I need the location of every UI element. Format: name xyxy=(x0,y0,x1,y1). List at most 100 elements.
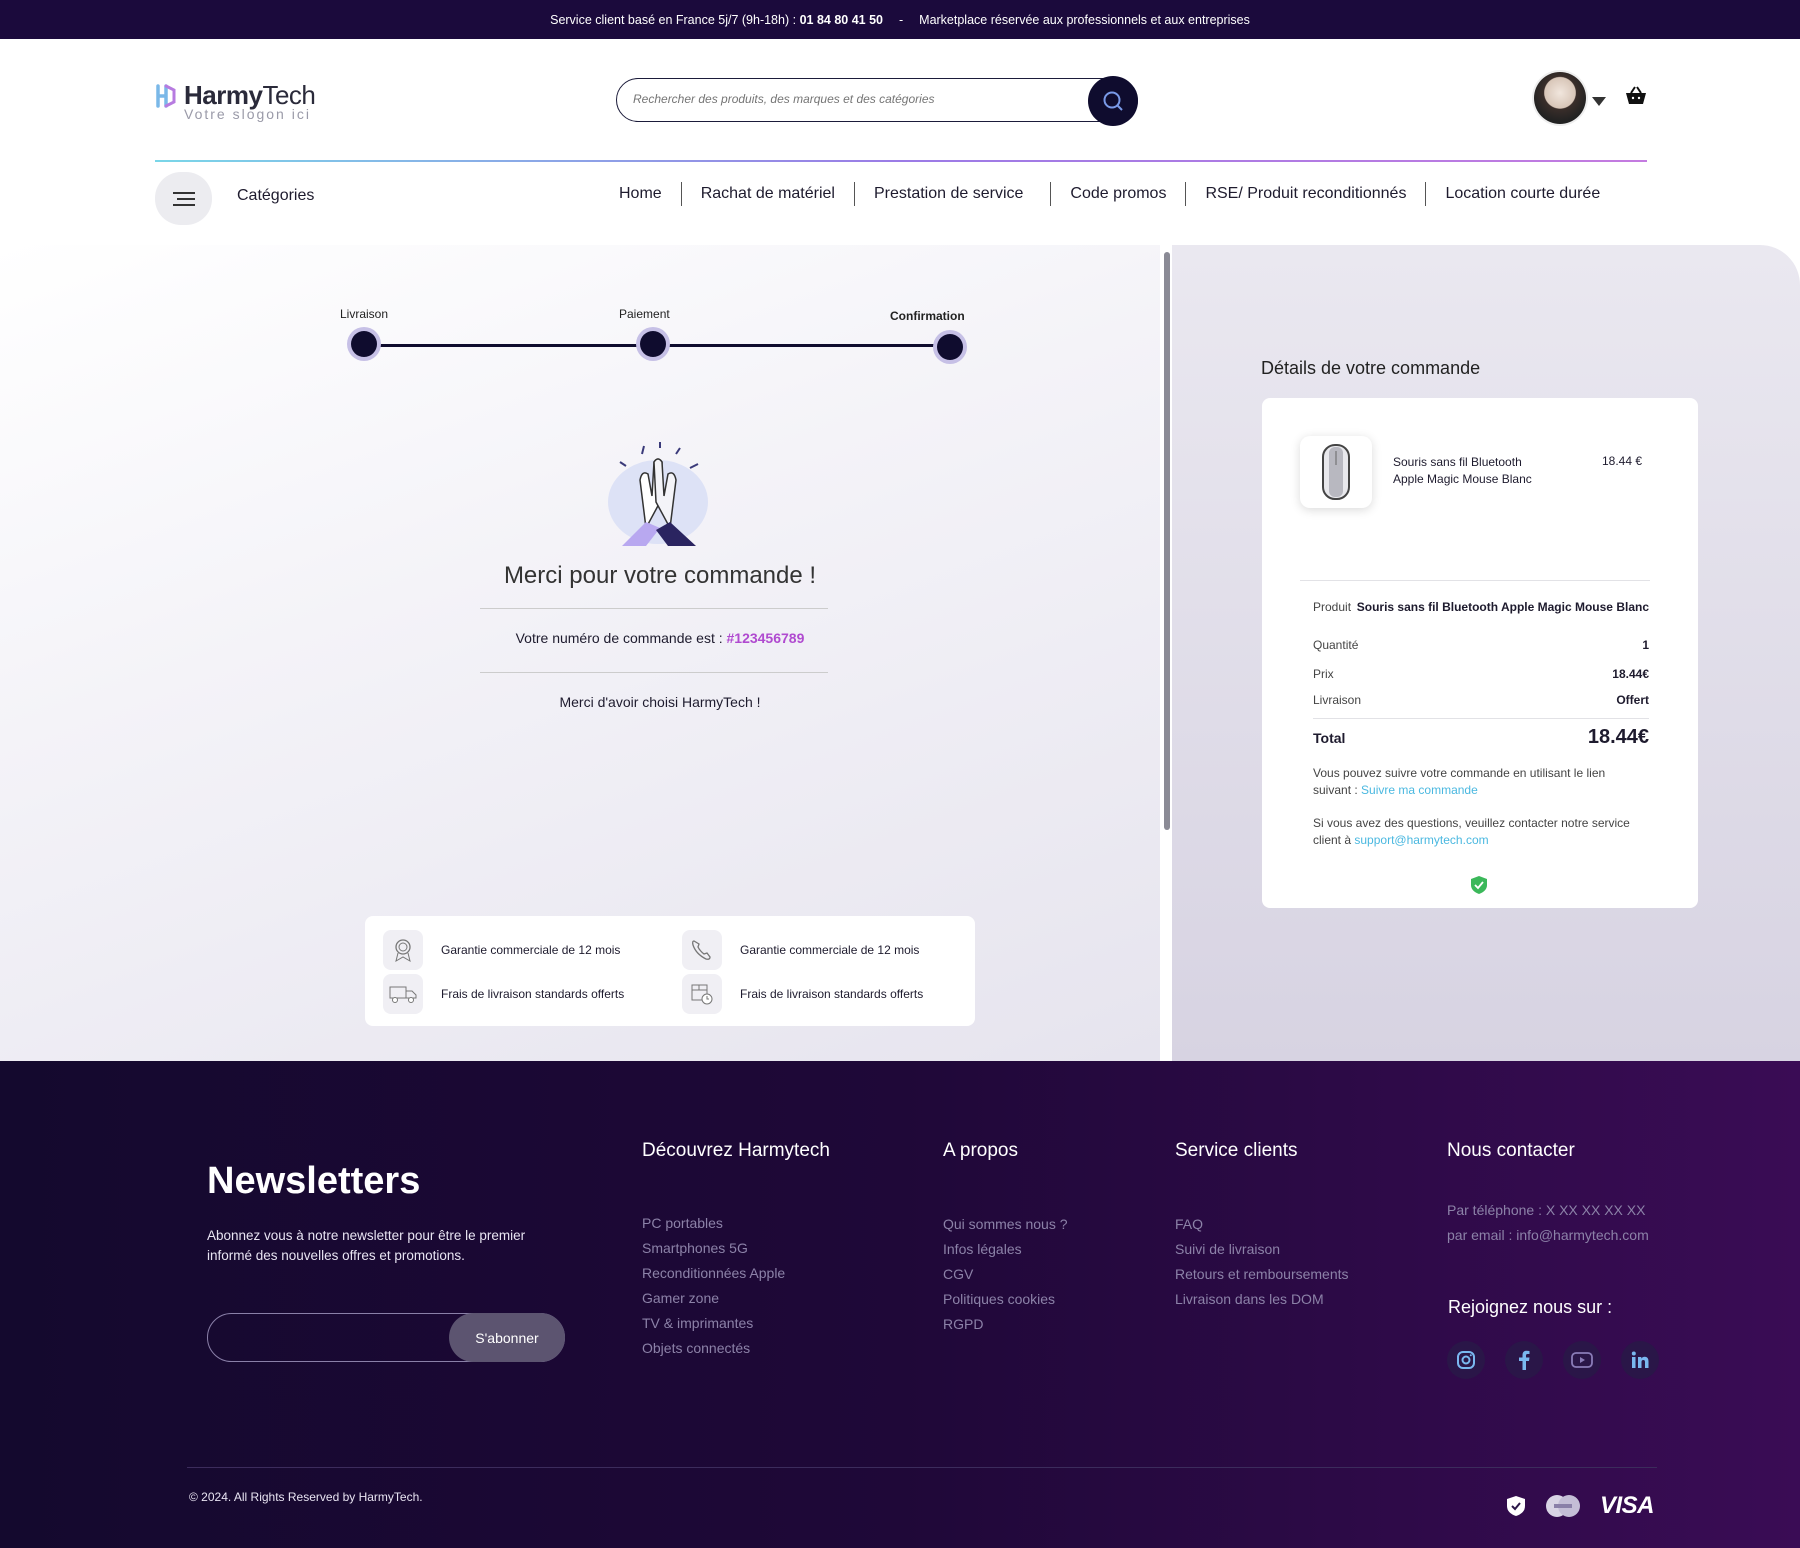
order-details-title: Détails de votre commande xyxy=(1261,358,1481,378)
basket-icon xyxy=(1626,86,1646,104)
guarantee-item: Frais de livraison standards offerts xyxy=(383,974,624,1014)
footer-link[interactable]: Politiques cookies xyxy=(943,1287,1068,1312)
newsletter-email-input[interactable] xyxy=(226,1314,446,1360)
row-produit: Produit Souris sans fil Bluetooth Apple M… xyxy=(1313,600,1649,614)
step-dot-confirmation xyxy=(937,334,963,360)
footer-col-title: Découvrez Harmytech xyxy=(642,1140,830,1161)
service-phone[interactable]: 01 84 80 41 50 xyxy=(800,13,883,27)
separator-dash: - xyxy=(898,12,904,27)
guarantee-item: Frais de livraison standards offerts xyxy=(682,974,923,1014)
contact-email[interactable]: par email : info@harmytech.com xyxy=(1447,1223,1649,1248)
footer-link[interactable]: Reconditionnées Apple xyxy=(642,1261,785,1286)
package-clock-icon xyxy=(682,974,722,1014)
footer-link[interactable]: Qui sommes nous ? xyxy=(943,1212,1068,1237)
service-info: Service client basé en France 5j/7 (9h-1… xyxy=(550,12,883,27)
mastercard-icon xyxy=(1546,1495,1580,1517)
nav-item-code-promos[interactable]: Code promos xyxy=(1050,182,1185,206)
delivery-truck-icon xyxy=(383,974,423,1014)
subscribe-button[interactable]: S'abonner xyxy=(449,1313,565,1362)
footer-link[interactable]: Suivi de livraison xyxy=(1175,1237,1349,1262)
guarantees-box: Garantie commerciale de 12 mois Garantie… xyxy=(365,916,975,1026)
contact-phone[interactable]: Par téléphone : X XX XX XX XX xyxy=(1447,1198,1649,1223)
social-links xyxy=(1447,1341,1659,1379)
scrollbar-thumb[interactable] xyxy=(1164,252,1170,830)
facebook-icon[interactable] xyxy=(1505,1341,1543,1379)
track-order-link[interactable]: Suivre ma commande xyxy=(1361,783,1478,797)
search-input[interactable] xyxy=(633,79,1083,119)
product-image xyxy=(1300,436,1372,508)
row-quantite: Quantité 1 xyxy=(1313,638,1649,652)
newsletter-text: Abonnez vous à notre newsletter pour êtr… xyxy=(207,1228,526,1263)
visa-icon: VISA xyxy=(1600,1492,1655,1519)
footer-link[interactable]: Retours et remboursements xyxy=(1175,1262,1349,1287)
nav-item-home[interactable]: Home xyxy=(600,182,681,206)
divider xyxy=(1313,718,1649,719)
footer-col-links: Qui sommes nous ? Infos légales CGV Poli… xyxy=(943,1212,1068,1337)
chevron-down-icon[interactable] xyxy=(1592,97,1606,106)
nav-item-location[interactable]: Location courte durée xyxy=(1425,182,1600,206)
thanks-title: Merci pour votre commande ! xyxy=(503,562,817,589)
nav-item-rse[interactable]: RSE/ Produit reconditionnés xyxy=(1185,182,1425,206)
order-number: #123456789 xyxy=(726,630,805,646)
footer-link[interactable]: RGPD xyxy=(943,1312,1068,1337)
shield-check-icon xyxy=(1471,876,1487,894)
footer-link[interactable]: PC portables xyxy=(642,1211,785,1236)
categories-label[interactable]: Catégories xyxy=(237,187,314,205)
top-info-bar: Service client basé en France 5j/7 (9h-1… xyxy=(0,0,1800,39)
order-number-line: Votre numéro de commande est : #12345678… xyxy=(515,630,805,646)
secure-shield-icon xyxy=(1507,1496,1525,1516)
footer-link[interactable]: Objets connectés xyxy=(642,1336,785,1361)
nav-item-rachat[interactable]: Rachat de matériel xyxy=(680,182,854,206)
footer-col-title: Nous contacter xyxy=(1447,1140,1575,1161)
phone-support-icon xyxy=(682,930,722,970)
footer-link[interactable]: FAQ xyxy=(1175,1212,1349,1237)
search-bar[interactable] xyxy=(616,78,1138,122)
step-label-paiement: Paiement xyxy=(619,307,670,321)
main-nav: Home Rachat de matériel Prestation de se… xyxy=(600,182,1600,206)
footer-link[interactable]: Infos légales xyxy=(943,1237,1068,1262)
newsletter-title: Newsletters xyxy=(207,1160,421,1202)
cart-button[interactable] xyxy=(1624,86,1648,111)
support-text: Si vous avez des questions, veuillez con… xyxy=(1313,816,1630,847)
mouse-icon xyxy=(1322,444,1350,500)
logo-mark-icon xyxy=(156,83,176,108)
payment-methods: VISA xyxy=(1506,1492,1655,1520)
footer-link[interactable]: TV & imprimantes xyxy=(642,1311,785,1336)
user-avatar[interactable] xyxy=(1534,72,1586,124)
row-total: Total 18.44€ xyxy=(1313,726,1649,748)
linkedin-icon[interactable] xyxy=(1621,1341,1659,1379)
step-dot-livraison xyxy=(351,331,377,357)
copyright: © 2024. All Rights Reserved by HarmyTech… xyxy=(189,1490,423,1504)
search-button[interactable] xyxy=(1088,76,1138,126)
step-dot-paiement xyxy=(640,331,666,357)
divider xyxy=(1300,580,1650,581)
divider xyxy=(480,672,828,673)
footer-col-links: FAQ Suivi de livraison Retours et rembou… xyxy=(1175,1212,1349,1312)
contact-info: Par téléphone : X XX XX XX XX par email … xyxy=(1447,1198,1649,1248)
footer-link[interactable]: Gamer zone xyxy=(642,1286,785,1311)
product-name: Souris sans fil Bluetooth Apple Magic Mou… xyxy=(1393,455,1532,486)
footer-link[interactable]: Smartphones 5G xyxy=(642,1236,785,1261)
row-prix: Prix 18.44€ xyxy=(1313,667,1649,681)
thanks-message: Merci d'avoir choisi HarmyTech ! xyxy=(559,694,761,710)
social-title: Rejoignez nous sur : xyxy=(1448,1297,1613,1317)
header-divider xyxy=(155,160,1647,162)
logo-slogan: Votre slogon ici xyxy=(184,106,311,122)
footer-link[interactable]: CGV xyxy=(943,1262,1068,1287)
hamburger-icon xyxy=(172,191,195,206)
search-icon xyxy=(1103,91,1123,111)
high-five-illustration xyxy=(608,442,708,546)
step-label-livraison: Livraison xyxy=(340,307,389,321)
footer-link[interactable]: Livraison dans les DOM xyxy=(1175,1287,1349,1312)
support-email-link[interactable]: support@harmytech.com xyxy=(1354,833,1488,847)
categories-menu-button[interactable] xyxy=(155,172,212,225)
track-order-text: Vous pouvez suivre votre commande en uti… xyxy=(1313,766,1606,797)
instagram-icon[interactable] xyxy=(1447,1341,1485,1379)
youtube-icon[interactable] xyxy=(1563,1341,1601,1379)
footer-col-links: PC portables Smartphones 5G Reconditionn… xyxy=(642,1211,785,1361)
nav-item-prestation[interactable]: Prestation de service xyxy=(853,182,1050,206)
product-price: 18.44 € xyxy=(1602,454,1643,468)
footer-divider xyxy=(187,1467,1657,1468)
step-label-confirmation: Confirmation xyxy=(890,309,965,323)
guarantee-item: Garantie commerciale de 12 mois xyxy=(682,930,919,970)
